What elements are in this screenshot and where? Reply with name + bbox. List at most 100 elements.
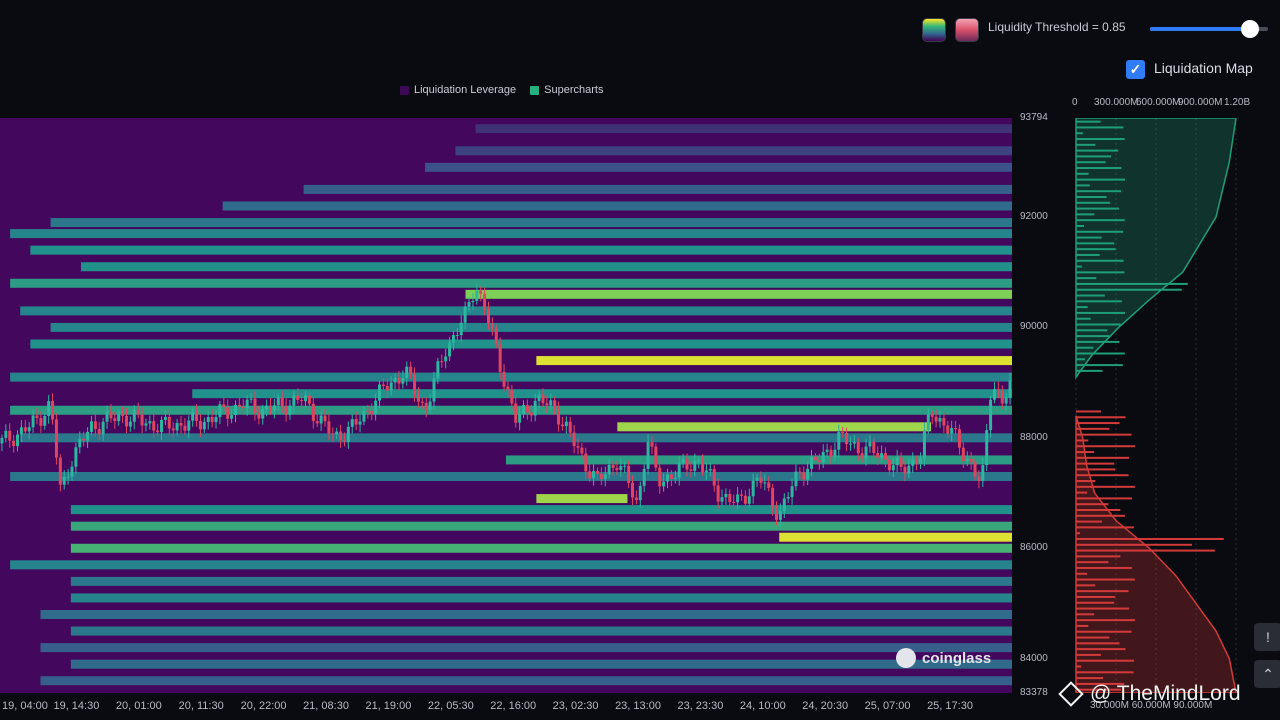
legend-label: Supercharts (544, 84, 604, 96)
candle-body (728, 493, 732, 502)
liquidity-band (70, 593, 1012, 603)
candle-body (89, 421, 93, 432)
candle-body (689, 469, 693, 471)
liquidation-level-bar (1076, 143, 1096, 146)
candle-body (483, 293, 487, 310)
candle-body (342, 440, 346, 442)
candle-body (498, 344, 502, 372)
candle-body (144, 423, 148, 426)
candle-body (650, 442, 654, 447)
liquidity-band (617, 422, 932, 432)
side-tick-label: 600.000M (1136, 97, 1181, 108)
candle-body (833, 449, 837, 457)
candle-body (245, 399, 249, 409)
liquidation-level-bar (1076, 456, 1130, 459)
candle-body (31, 415, 35, 428)
scroll-up-button[interactable]: ⌃ (1254, 660, 1280, 688)
liquidation-level-bar (1076, 132, 1083, 135)
heatmap-chart[interactable] (0, 118, 1012, 693)
candle-body (156, 430, 160, 433)
liquidation-level-bar (1076, 369, 1103, 372)
time-tick-label: 24, 10:00 (739, 700, 786, 712)
coinglass-text: coinglass (922, 649, 992, 667)
candle-body (895, 457, 899, 466)
price-tick-label: 92000 (1020, 211, 1048, 223)
candle-body (346, 426, 350, 442)
candle-body (479, 290, 483, 294)
liquidation-level-bar (1076, 300, 1122, 303)
candle-body (603, 474, 607, 479)
candle-body (623, 465, 627, 467)
candle-body (938, 418, 942, 422)
diamond-logo-icon (1058, 681, 1084, 707)
candle-body (775, 508, 779, 520)
liquidation-level-bar (1076, 537, 1224, 540)
liquidation-level-bar (1076, 526, 1134, 529)
candle-body (529, 412, 533, 416)
threshold-slider[interactable] (1150, 20, 1268, 38)
liquidity-band (50, 322, 1012, 332)
candle-body (385, 385, 389, 391)
candle-body (451, 335, 455, 343)
heatmap-svg (0, 124, 1012, 686)
candle-body (459, 322, 463, 336)
side-tick-label: 900.000M (1178, 97, 1223, 108)
price-axis: 93794 92000 90000 88000 86000 84000 83378 (1016, 110, 1074, 710)
alert-button[interactable]: ! (1254, 623, 1280, 651)
liquidation-level-bar (1076, 340, 1120, 343)
liquidation-level-bar (1076, 549, 1215, 552)
liquidation-level-bar (1076, 282, 1188, 285)
candle-body (969, 458, 973, 463)
candle-body (475, 290, 479, 301)
candle-body (0, 437, 4, 444)
candle-body (778, 510, 782, 520)
candle-body (592, 470, 596, 479)
liquidity-band (70, 576, 1012, 586)
candle-body (884, 453, 887, 460)
candle-body (455, 335, 459, 337)
candle-body (494, 328, 498, 345)
liquidation-level-bar (1076, 253, 1100, 256)
liquidation-level-bar (1076, 230, 1124, 233)
candle-body (926, 414, 930, 431)
candle-body (584, 453, 588, 472)
liquidation-level-bar (1076, 288, 1182, 291)
liquidity-band (10, 471, 1012, 481)
candle-body (160, 419, 164, 433)
liquidation-level-bar (1076, 161, 1106, 164)
candle-body (140, 414, 144, 426)
candle-body (471, 300, 475, 302)
viridis-palette-icon[interactable] (922, 18, 946, 42)
liquidation-level-bar (1076, 595, 1116, 598)
liquidation-level-bar (1076, 352, 1125, 355)
slider-knob[interactable] (1241, 20, 1260, 38)
rose-palette-icon[interactable] (955, 18, 979, 42)
candle-body (802, 472, 806, 480)
candle-body (588, 471, 592, 479)
candle-body (335, 431, 339, 435)
candle-body (977, 476, 981, 481)
legend-item-supercharts[interactable]: Supercharts (530, 84, 603, 96)
liquidation-level-bar (1076, 480, 1096, 483)
candle-body (1008, 380, 1012, 398)
candle-body (989, 399, 993, 431)
candle-body (580, 447, 584, 454)
liquidation-level-bar (1076, 178, 1125, 181)
time-tick-label: 22, 16:00 (490, 700, 537, 712)
time-tick-label: 24, 20:30 (802, 700, 849, 712)
liquidation-map-checkbox[interactable]: ✓ (1126, 60, 1145, 79)
candle-body (132, 409, 136, 422)
candle-body (911, 459, 915, 466)
candle-body (436, 361, 440, 379)
candle-body (942, 418, 946, 426)
candle-body (370, 411, 374, 415)
candle-body (269, 405, 273, 411)
candle-body (841, 432, 845, 434)
candle-body (782, 498, 786, 511)
toolbar: Liquidity Threshold = 0.85 ✓ Liquidation… (0, 0, 1280, 112)
candle-body (296, 395, 300, 401)
candle-body (97, 429, 101, 435)
candle-body (985, 430, 989, 466)
legend-item-leverage[interactable]: Liquidation Leverage (400, 84, 516, 96)
candle-body (954, 428, 958, 430)
